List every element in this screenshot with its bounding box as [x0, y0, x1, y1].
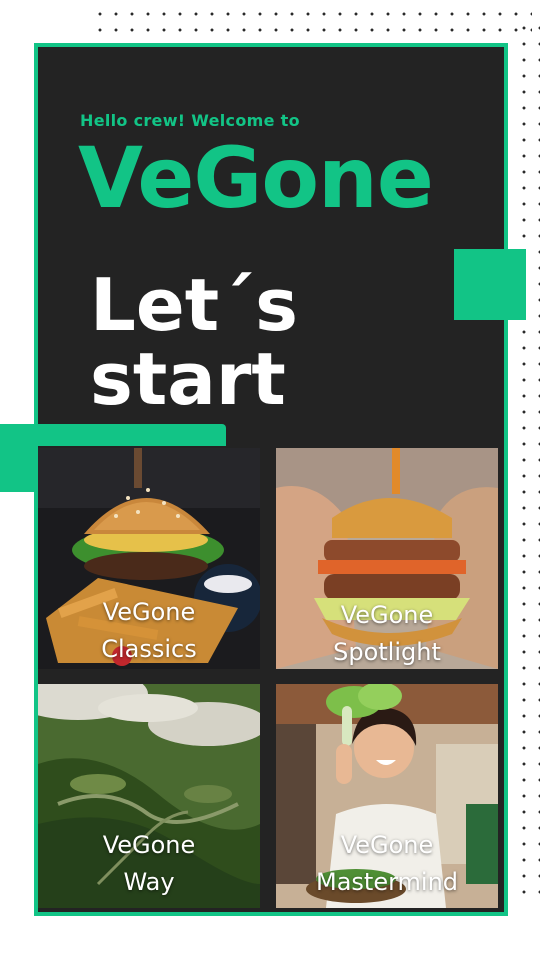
tile-label-line-2: Way: [123, 868, 175, 896]
tile-label-line-2: Mastermind: [315, 868, 459, 896]
tile-label: VeGone Mastermind: [276, 827, 498, 901]
headline-line-2: start: [90, 337, 286, 421]
tile-label: VeGone Way: [38, 827, 260, 901]
tile-label-line-2: Spotlight: [333, 638, 441, 666]
decorative-green-bar: [0, 424, 226, 446]
tile-label-line-1: VeGone: [340, 831, 434, 859]
tile-label: VeGone Classics: [38, 594, 260, 668]
dot-pattern-right: [510, 20, 540, 900]
tile-label: VeGone Spotlight: [276, 597, 498, 669]
tile-label-line-1: VeGone: [340, 601, 434, 629]
tile-label-line-1: VeGone: [102, 831, 196, 859]
tile-vegone-way[interactable]: VeGone Way: [38, 684, 260, 908]
greeting-text: Hello crew! Welcome to: [80, 111, 300, 130]
dot-pattern-top: [92, 6, 532, 40]
tile-label-line-2: Classics: [101, 635, 197, 663]
tile-label-line-1: VeGone: [102, 598, 196, 626]
tile-vegone-spotlight[interactable]: VeGone Spotlight: [276, 448, 498, 669]
brand-title: VeGone: [78, 129, 434, 227]
headline: Let´s start: [90, 268, 298, 416]
tile-vegone-classics[interactable]: VeGone Classics: [38, 448, 260, 669]
decorative-green-square: [454, 249, 526, 320]
decorative-green-bar-tab: [0, 446, 38, 492]
headline-line-1: Let´s: [90, 263, 298, 347]
tile-vegone-mastermind[interactable]: VeGone Mastermind: [276, 684, 498, 908]
